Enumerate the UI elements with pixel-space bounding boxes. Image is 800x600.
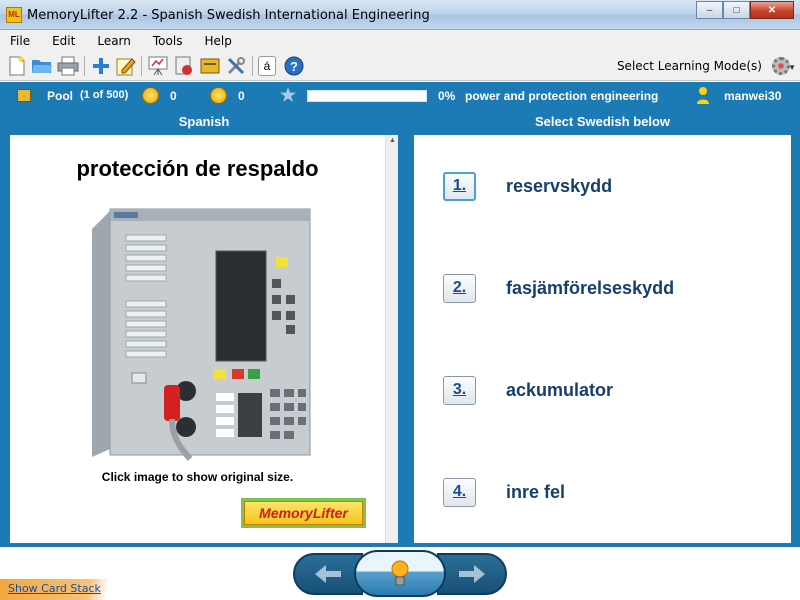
back-button[interactable]	[293, 553, 363, 595]
answer-option-4[interactable]: 4. inre fel	[443, 476, 783, 508]
window-controls: ‒ □ ✕	[696, 1, 794, 19]
lesson-topic: power and protection engineering	[465, 89, 659, 103]
answer-option-2[interactable]: 2. fasjämförelseskydd	[443, 272, 783, 304]
answer-language-header: Select Swedish below	[534, 114, 671, 129]
special-characters-button[interactable]: á	[258, 56, 276, 76]
close-button[interactable]: ✕	[750, 1, 794, 19]
toolbar-separator	[141, 56, 142, 76]
add-card-icon[interactable]	[90, 55, 112, 77]
question-panel: protección de respaldo Click image to sh…	[10, 135, 398, 543]
print-icon[interactable]	[57, 55, 79, 77]
menu-help[interactable]: Help	[204, 34, 231, 48]
show-card-stack-tab[interactable]: Show Card Stack	[0, 579, 125, 600]
answer-3-button[interactable]: 3.	[443, 375, 476, 405]
help-icon[interactable]: ?	[283, 55, 305, 77]
new-file-icon[interactable]	[6, 55, 28, 77]
title-bar: ML MemoryLifter 2.2 - Spanish Swedish In…	[0, 0, 800, 30]
open-folder-icon[interactable]	[31, 55, 53, 77]
toolbar-separator	[252, 56, 253, 76]
progress-bar	[307, 90, 427, 102]
answer-2-text[interactable]: fasjämförelseskydd	[506, 278, 674, 299]
menu-file[interactable]: File	[10, 34, 30, 48]
menu-tools[interactable]: Tools	[153, 34, 183, 48]
answer-panel: 1. reservskydd 2. fasjämförelseskydd 3. …	[414, 135, 791, 543]
menu-edit[interactable]: Edit	[52, 34, 75, 48]
star-icon: ★	[280, 85, 297, 105]
memorylifter-logo: MemoryLifter	[241, 498, 366, 528]
learning-area: Spanish Select Swedish below protección …	[0, 109, 800, 547]
answer-1-button[interactable]: 1.	[443, 171, 476, 201]
user-name: manwei30	[724, 89, 782, 103]
question-text: protección de respaldo	[76, 156, 319, 181]
menu-learn[interactable]: Learn	[97, 34, 131, 48]
maximize-button[interactable]: □	[723, 1, 750, 19]
forward-button[interactable]	[437, 553, 507, 595]
learning-mode-label[interactable]: Select Learning Mode(s)	[617, 59, 762, 73]
tools-icon[interactable]	[225, 55, 247, 77]
answer-2-button[interactable]: 2.	[443, 273, 476, 303]
toolbar: á ? Select Learning Mode(s) ▼	[0, 51, 800, 81]
statistics-icon[interactable]	[173, 55, 195, 77]
happy-face-icon	[142, 87, 159, 104]
question-language-header: Spanish	[178, 114, 230, 129]
question-scrollbar[interactable]: ▲	[385, 135, 398, 543]
user-icon	[697, 87, 709, 104]
question-image[interactable]	[88, 205, 314, 463]
answer-4-text[interactable]: inre fel	[506, 482, 565, 503]
correct-count: 0	[170, 89, 177, 103]
image-caption: Click image to show original size.	[101, 470, 294, 484]
answer-3-text[interactable]: ackumulator	[506, 380, 613, 401]
window-title: MemoryLifter 2.2 - Spanish Swedish Inter…	[27, 8, 430, 23]
app-icon: ML	[6, 7, 22, 23]
toolbar-separator	[84, 56, 85, 76]
minimize-button[interactable]: ‒	[696, 1, 723, 19]
answer-4-button[interactable]: 4.	[443, 477, 476, 507]
hint-button[interactable]	[354, 550, 446, 597]
sad-face-icon	[210, 87, 227, 104]
card-box-icon[interactable]	[199, 55, 221, 77]
lightbulb-icon	[391, 560, 409, 585]
pool-label: Pool	[47, 89, 73, 103]
pool-count: (1 of 500)	[80, 89, 129, 101]
arrow-left-icon	[315, 565, 341, 583]
wrong-count: 0	[238, 89, 245, 103]
answer-1-text[interactable]: reservskydd	[506, 176, 612, 197]
chevron-down-icon[interactable]: ▼	[788, 63, 796, 72]
presentation-icon[interactable]	[147, 55, 169, 77]
svg-text:?: ?	[290, 59, 298, 74]
answer-option-3[interactable]: 3. ackumulator	[443, 374, 783, 406]
arrow-right-icon	[459, 565, 485, 583]
progress-percent: 0%	[438, 89, 456, 103]
status-bar: Pool (1 of 500) 0 0 ★ 0% power and prote…	[0, 82, 800, 109]
pool-box-icon	[17, 89, 31, 102]
scroll-up-icon[interactable]: ▲	[389, 137, 396, 144]
edit-card-icon[interactable]	[115, 55, 137, 77]
answer-option-1[interactable]: 1. reservskydd	[443, 170, 783, 202]
show-card-stack-link[interactable]: Show Card Stack	[8, 582, 101, 595]
menu-bar: File Edit Learn Tools Help	[0, 30, 800, 51]
